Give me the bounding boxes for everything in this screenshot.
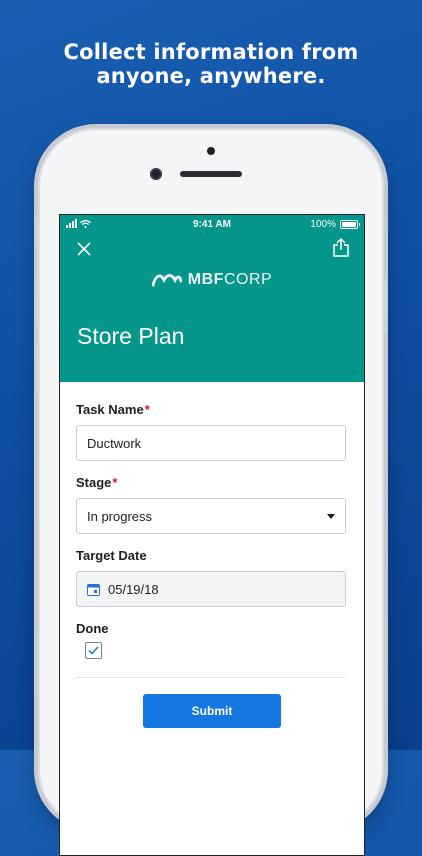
volume-down-button (35, 343, 38, 393)
stage-value: In progress (87, 508, 153, 524)
task-name-input[interactable]: Ductwork (76, 425, 346, 461)
target-date-field: Target Date 05/19/18 (76, 548, 348, 607)
proximity-sensor (207, 147, 215, 155)
promo-headline: Collect information from anyone, anywher… (0, 40, 422, 88)
share-button[interactable] (332, 237, 350, 262)
required-marker: * (112, 475, 118, 490)
task-name-value: Ductwork (87, 435, 142, 451)
task-form: Task Name* Ductwork Stage* In progress T… (60, 382, 364, 728)
close-icon (77, 242, 91, 256)
company-logo: MBFCORP (60, 271, 364, 289)
dropdown-caret-icon (327, 513, 335, 519)
front-camera (150, 168, 162, 180)
task-name-label: Task Name* (76, 402, 150, 417)
volume-up-button (35, 278, 38, 328)
form-header: MBFCORP Store Plan (60, 235, 364, 382)
form-divider (76, 677, 346, 678)
logo-light: CORP (223, 271, 273, 288)
power-button (384, 278, 387, 332)
status-bar: 9:41 AM 100% (60, 215, 364, 235)
app-screen: 9:41 AM 100% MBFCORP Store Plan Task Nam… (59, 214, 365, 856)
submit-button[interactable]: Submit (143, 694, 281, 728)
close-button[interactable] (76, 241, 92, 262)
target-date-value: 05/19/18 (108, 581, 159, 597)
earpiece-speaker (180, 171, 242, 177)
logo-wordmark: MBFCORP (188, 271, 272, 289)
share-icon (333, 237, 349, 257)
promo-headline-line2: anyone, anywhere. (96, 64, 326, 88)
battery-percentage: 100% (310, 219, 336, 230)
stage-label: Stage* (76, 475, 118, 490)
mute-switch (35, 218, 38, 246)
page-title: Store Plan (77, 323, 185, 349)
calendar-icon (87, 583, 100, 596)
target-date-input[interactable]: 05/19/18 (76, 571, 346, 607)
promo-headline-line1: Collect information from (63, 40, 359, 64)
checkmark-icon (88, 646, 99, 655)
battery-icon (340, 220, 360, 229)
target-date-label: Target Date (76, 548, 147, 563)
done-field: Done (76, 621, 348, 659)
phone-frame: 9:41 AM 100% MBFCORP Store Plan Task Nam… (35, 128, 387, 856)
required-marker: * (144, 402, 150, 417)
stage-field: Stage* In progress (76, 475, 348, 534)
stage-select[interactable]: In progress (76, 498, 346, 534)
task-name-field: Task Name* Ductwork (76, 402, 348, 461)
done-checkbox[interactable] (85, 642, 102, 659)
mbf-logo-mark-icon (151, 274, 182, 287)
battery-area: 100% (310, 219, 360, 230)
done-label: Done (76, 621, 109, 636)
logo-bold: MBF (187, 271, 224, 288)
